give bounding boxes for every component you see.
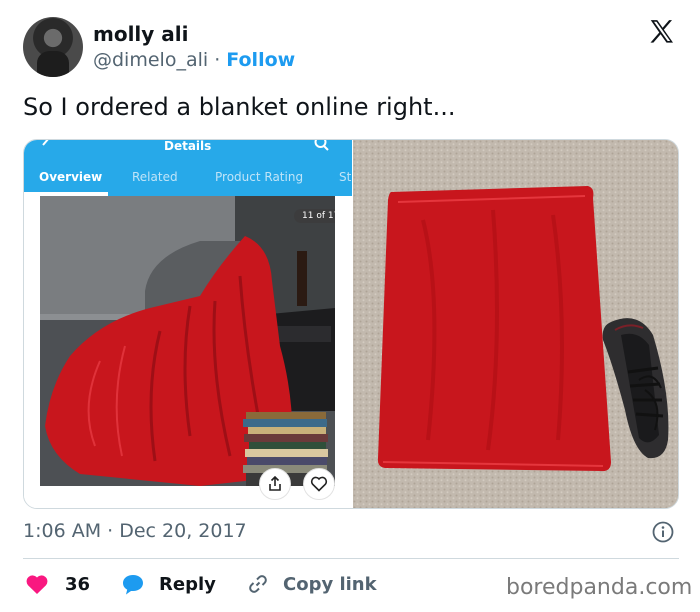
share-button <box>259 468 291 500</box>
app-screenshot-image[interactable]: Details Overview Related Product Rating … <box>24 140 352 508</box>
divider <box>23 558 679 559</box>
like-button[interactable]: 36 <box>25 570 90 598</box>
share-icon <box>269 476 281 491</box>
received-blanket-photo <box>353 140 678 508</box>
x-logo-icon[interactable] <box>647 17 677 47</box>
author-handle[interactable]: @dimelo_ali <box>93 49 208 71</box>
app-tab-overview: Overview <box>39 170 103 184</box>
author-name[interactable]: molly ali <box>93 22 189 46</box>
link-icon <box>249 575 267 593</box>
avatar[interactable] <box>23 17 83 77</box>
app-tab-product-rating: Product Rating <box>215 170 304 184</box>
app-tab-related: Related <box>132 170 178 184</box>
info-icon[interactable] <box>652 521 674 543</box>
tweet-timestamp[interactable]: 1:06 AM · Dec 20, 2017 <box>23 520 247 542</box>
handle-separator: · <box>214 49 221 71</box>
action-bar: 36 Reply Copy link <box>23 570 503 600</box>
media-grid[interactable]: Details Overview Related Product Rating … <box>23 139 679 509</box>
reply-bubble-icon <box>123 575 143 595</box>
back-chevron-icon <box>42 140 49 146</box>
favorite-button <box>303 468 335 500</box>
image-counter-badge: 11 of 17 <box>294 209 335 223</box>
received-blanket-image[interactable] <box>353 140 678 508</box>
product-photo: 11 of 17 <box>40 196 335 486</box>
reply-button[interactable]: Reply <box>121 570 216 598</box>
reply-label: Reply <box>159 573 216 595</box>
app-tab-truncated: St <box>339 170 352 184</box>
copy-link-button[interactable]: Copy link <box>246 570 377 598</box>
follow-button[interactable]: Follow <box>226 49 295 71</box>
handle-row: @dimelo_ali · Follow <box>93 49 295 71</box>
app-header: Details Overview Related Product Rating … <box>24 140 352 196</box>
like-count: 36 <box>65 573 91 595</box>
tweet-text: So I ordered a blanket online right... <box>23 93 456 121</box>
product-photo-blanket-on-chair <box>40 196 335 486</box>
heart-outline-icon <box>310 476 328 492</box>
watermark: boredpanda.com <box>506 575 693 600</box>
app-tabs: Overview Related Product Rating St <box>24 166 352 196</box>
heart-filled-icon <box>26 575 48 594</box>
app-header-title: Details <box>164 139 212 153</box>
copy-link-label: Copy link <box>283 573 377 595</box>
search-icon <box>314 140 329 151</box>
